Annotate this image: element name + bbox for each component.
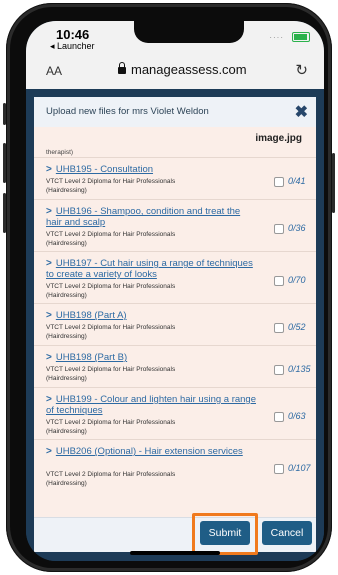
unit-link[interactable]: > UHB195 - Consultation [46, 164, 256, 175]
list-item: > UHB198 (Part B) VTCT Level 2 Diploma fo… [34, 345, 316, 388]
unit-link[interactable]: > UHB206 (Optional) - Hair extension serv… [46, 446, 256, 457]
back-to-launcher-link[interactable]: ◂ Launcher [50, 41, 95, 52]
status-time: 10:46 [56, 27, 90, 42]
notch [134, 21, 244, 43]
unit-qualification: VTCT Level 2 Diploma for Hair Profession… [46, 231, 176, 247]
phone-screen: 10:46 ◂ Launcher ···· AA manageassess.co… [26, 21, 324, 561]
chevron-right-icon: > [46, 394, 52, 405]
lock-icon [118, 62, 126, 74]
unit-link[interactable]: > UHB197 - Cut hair using a range of tech… [46, 258, 256, 280]
text-size-button[interactable]: AA [46, 64, 62, 78]
home-indicator [130, 551, 220, 555]
cancel-button[interactable]: Cancel [262, 521, 312, 545]
unit-qualification: VTCT Level 2 Diploma for Hair Profession… [46, 471, 176, 487]
unit-checkbox[interactable] [274, 412, 284, 422]
unit-count: 0/135 [288, 364, 311, 374]
list-item: > UHB199 - Colour and lighten hair using … [34, 387, 316, 440]
status-bar: 10:46 ◂ Launcher ···· [26, 21, 324, 53]
unit-qualification: VTCT Level 2 Diploma for Hair Profession… [46, 324, 176, 340]
close-icon[interactable]: ✖ [295, 102, 308, 122]
upload-modal: Upload new files for mrs Violet Weldon ✖… [34, 97, 316, 555]
list-item: > UHB206 (Optional) - Hair extension serv… [34, 439, 316, 492]
url-field[interactable]: manageassess.com [118, 62, 247, 77]
list-item: > UHB196 - Shampoo, condition and treat t… [34, 199, 316, 252]
power-button [332, 153, 335, 213]
unit-checkbox[interactable] [274, 365, 284, 375]
volume-up-button [3, 143, 6, 183]
reload-icon[interactable]: ↻ [295, 61, 308, 79]
file-name-label: image.jpg [255, 133, 302, 144]
modal-title: Upload new files for mrs Violet Weldon [46, 106, 209, 117]
chevron-right-icon: > [46, 446, 52, 457]
unit-link[interactable]: > UHB198 (Part A) [46, 310, 256, 321]
chevron-right-icon: > [46, 352, 52, 363]
battery-icon [292, 32, 310, 42]
unit-checkbox[interactable] [274, 464, 284, 474]
unit-list[interactable]: therapist) > UHB195 - Consultation VTCT L… [34, 149, 316, 505]
signal-icon: ···· [269, 33, 284, 42]
modal-header: Upload new files for mrs Violet Weldon ✖ [34, 97, 316, 128]
submit-button[interactable]: Submit [200, 521, 250, 545]
unit-qualification: VTCT Level 2 Diploma for Hair Profession… [46, 419, 176, 435]
unit-link[interactable]: > UHB198 (Part B) [46, 352, 256, 363]
unit-checkbox[interactable] [274, 177, 284, 187]
unit-link[interactable]: > UHB196 - Shampoo, condition and treat t… [46, 206, 256, 228]
file-column-header: image.jpg [34, 127, 316, 149]
unit-qualification: VTCT Level 2 Diploma for Hair Profession… [46, 366, 176, 382]
chevron-right-icon: > [46, 206, 52, 217]
phone-frame: 10:46 ◂ Launcher ···· AA manageassess.co… [3, 3, 335, 572]
unit-count: 0/36 [288, 223, 306, 233]
browser-url-bar: AA manageassess.com ↻ [26, 53, 324, 90]
unit-qualification: VTCT Level 2 Diploma for Hair Profession… [46, 178, 176, 194]
unit-checkbox[interactable] [274, 323, 284, 333]
unit-link[interactable]: > UHB199 - Colour and lighten hair using … [46, 394, 256, 416]
mute-switch [3, 103, 6, 125]
chevron-right-icon: > [46, 164, 52, 175]
unit-count: 0/107 [288, 463, 311, 473]
chevron-right-icon: > [46, 258, 52, 269]
chevron-right-icon: > [46, 310, 52, 321]
list-item: > UHB195 - Consultation VTCT Level 2 Dipl… [34, 157, 316, 200]
url-text: manageassess.com [131, 62, 247, 77]
unit-count: 0/52 [288, 322, 306, 332]
unit-checkbox[interactable] [274, 276, 284, 286]
unit-checkbox[interactable] [274, 224, 284, 234]
list-item: > UHB197 - Cut hair using a range of tech… [34, 251, 316, 304]
volume-down-button [3, 193, 6, 233]
unit-qualification: VTCT Level 2 Diploma for Hair Profession… [46, 283, 176, 299]
clipped-text: therapist) [46, 149, 74, 156]
unit-count: 0/63 [288, 411, 306, 421]
list-item: > UHB198 (Part A) VTCT Level 2 Diploma fo… [34, 303, 316, 346]
unit-count: 0/41 [288, 176, 306, 186]
unit-count: 0/70 [288, 275, 306, 285]
